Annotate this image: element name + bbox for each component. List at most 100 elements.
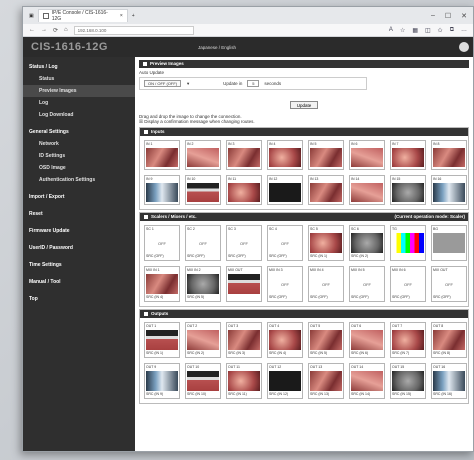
outputs-cell[interactable]: OUT 10 SRC (IN 10) [185, 363, 221, 399]
confirm-checkbox[interactable]: ☒ Display a confirmation message when ch… [139, 119, 469, 125]
url-input[interactable]: 192.168.0.100 [73, 25, 194, 35]
inputs-cell[interactable]: IN 5 [308, 140, 344, 170]
sidebar-item[interactable]: ID Settings [23, 150, 135, 162]
inputs-cell[interactable]: IN 6 [349, 140, 385, 170]
preview-thumbnail[interactable] [351, 148, 383, 167]
split-icon[interactable]: ◫ [425, 27, 431, 34]
sidebar-item[interactable]: Manual / Tool [23, 276, 135, 288]
outputs-cell[interactable]: OUT 15 SRC (IN 15) [390, 363, 426, 399]
maximize-icon[interactable]: ☐ [445, 12, 451, 20]
preview-thumbnail[interactable] [433, 330, 465, 350]
sidebar-item[interactable]: Reset [23, 208, 135, 220]
preview-thumbnail[interactable] [146, 274, 178, 294]
inputs-cell[interactable]: IN 1 [144, 140, 180, 170]
sidebar-item[interactable]: UserID / Password [23, 242, 135, 254]
outputs-cell[interactable]: OUT 7 SRC (IN 7) [390, 322, 426, 358]
preview-thumbnail[interactable] [187, 274, 219, 294]
minimize-icon[interactable]: – [431, 12, 435, 20]
scalers-cell[interactable]: MIX IN 5 OFF SRC (OFF) [349, 266, 385, 302]
scalers-cell[interactable]: MIX OUT [226, 266, 262, 302]
inputs-cell[interactable]: IN 8 [431, 140, 467, 170]
home-icon[interactable]: ⌂ [64, 27, 68, 33]
preview-thumbnail[interactable] [146, 183, 178, 202]
sidebar-item[interactable]: Import / Export [23, 191, 135, 203]
preview-thumbnail[interactable] [351, 183, 383, 202]
scalers-cell[interactable]: MIX IN 4 OFF SRC (OFF) [308, 266, 344, 302]
preview-thumbnail[interactable] [433, 233, 465, 253]
menu-icon[interactable]: ▣ [29, 13, 34, 19]
preview-thumbnail[interactable] [392, 183, 424, 202]
preview-thumbnail[interactable] [269, 371, 301, 391]
scalers-cell[interactable]: SC 1 OFF SRC (OFF) [144, 225, 180, 261]
sidebar-item[interactable]: Log Download [23, 109, 135, 121]
forward-icon[interactable]: → [41, 27, 47, 33]
sidebar-item[interactable]: Network [23, 138, 135, 150]
outputs-cell[interactable]: OUT 4 SRC (IN 4) [267, 322, 303, 358]
close-window-icon[interactable]: ✕ [461, 12, 467, 20]
inputs-cell[interactable]: IN 9 [144, 175, 180, 205]
preview-thumbnail[interactable] [392, 148, 424, 167]
preview-thumbnail[interactable] [310, 330, 342, 350]
outputs-cell[interactable]: OUT 1 SRC (IN 1) [144, 322, 180, 358]
preview-thumbnail[interactable] [228, 274, 260, 294]
preview-thumbnail[interactable] [146, 371, 178, 391]
outputs-cell[interactable]: OUT 9 SRC (IN 9) [144, 363, 180, 399]
update-button[interactable]: Update [289, 101, 319, 109]
preview-thumbnail[interactable] [228, 183, 260, 202]
scalers-cell[interactable]: MIX IN 6 OFF SRC (OFF) [390, 266, 426, 302]
preview-thumbnail[interactable] [187, 183, 219, 202]
sidebar-item[interactable]: Top [23, 293, 135, 305]
preview-thumbnail[interactable] [392, 330, 424, 350]
outputs-cell[interactable]: OUT 12 SRC (IN 12) [267, 363, 303, 399]
preview-thumbnail[interactable] [351, 233, 383, 253]
inputs-cell[interactable]: IN 4 [267, 140, 303, 170]
new-tab-icon[interactable]: + [132, 13, 135, 19]
sidebar-item[interactable]: Authentication Settings [23, 174, 135, 186]
scalers-cell[interactable]: SC 6 SRC (IN 2) [349, 225, 385, 261]
preview-thumbnail[interactable] [187, 330, 219, 350]
preview-thumbnail[interactable] [310, 371, 342, 391]
auto-update-select[interactable]: ON / OFF (OFF) [144, 80, 182, 87]
scalers-cell[interactable]: TG [390, 225, 426, 261]
outputs-cell[interactable]: OUT 3 SRC (IN 3) [226, 322, 262, 358]
scalers-cell[interactable]: MIX IN 1 SRC (IN 4) [144, 266, 180, 302]
preview-thumbnail[interactable] [228, 371, 260, 391]
inputs-cell[interactable]: IN 16 [431, 175, 467, 205]
preview-thumbnail[interactable] [310, 233, 342, 253]
preview-thumbnail[interactable] [392, 371, 424, 391]
browser-tab[interactable]: IP/E Console / CIS-1616-12G × [37, 9, 128, 22]
outputs-cell[interactable]: OUT 13 SRC (IN 13) [308, 363, 344, 399]
inputs-cell[interactable]: IN 12 [267, 175, 303, 205]
scalers-cell[interactable]: SC 3 OFF SRC (OFF) [226, 225, 262, 261]
outputs-cell[interactable]: OUT 6 SRC (IN 6) [349, 322, 385, 358]
inputs-cell[interactable]: IN 15 [390, 175, 426, 205]
language-switch[interactable]: Japanese / English [198, 45, 236, 50]
scalers-cell[interactable]: BG [431, 225, 467, 261]
chevron-down-icon[interactable]: ▼ [186, 81, 190, 86]
sidebar-item[interactable]: OSD Image [23, 162, 135, 174]
translate-icon[interactable]: A [389, 27, 393, 34]
inputs-cell[interactable]: IN 3 [226, 140, 262, 170]
scalers-cell[interactable]: SC 4 OFF SRC (OFF) [267, 225, 303, 261]
sidebar-item[interactable]: Preview Images [23, 85, 135, 97]
inputs-cell[interactable]: IN 13 [308, 175, 344, 205]
outputs-cell[interactable]: OUT 16 SRC (IN 16) [431, 363, 467, 399]
preview-thumbnail[interactable] [269, 148, 301, 167]
more-icon[interactable]: … [461, 27, 467, 34]
preview-thumbnail[interactable] [351, 371, 383, 391]
star-icon[interactable]: ☆ [400, 27, 405, 34]
preview-thumbnail[interactable] [228, 330, 260, 350]
sidebar-item[interactable]: General Settings [23, 126, 135, 138]
sidebar-item[interactable]: Status / Log [23, 61, 135, 73]
sidebar-item[interactable]: Firmware Update [23, 225, 135, 237]
interval-input[interactable]: 5 [247, 80, 260, 87]
refresh-icon[interactable]: ⟳ [53, 27, 58, 34]
scalers-cell[interactable]: MIX IN 3 OFF SRC (OFF) [267, 266, 303, 302]
preview-thumbnail[interactable] [228, 148, 260, 167]
close-tab-icon[interactable]: × [120, 13, 123, 19]
inputs-cell[interactable]: IN 14 [349, 175, 385, 205]
preview-thumbnail[interactable] [433, 371, 465, 391]
scalers-cell[interactable]: SC 5 SRC (IN 1) [308, 225, 344, 261]
outputs-cell[interactable]: OUT 2 SRC (IN 2) [185, 322, 221, 358]
outputs-cell[interactable]: OUT 11 SRC (IN 11) [226, 363, 262, 399]
